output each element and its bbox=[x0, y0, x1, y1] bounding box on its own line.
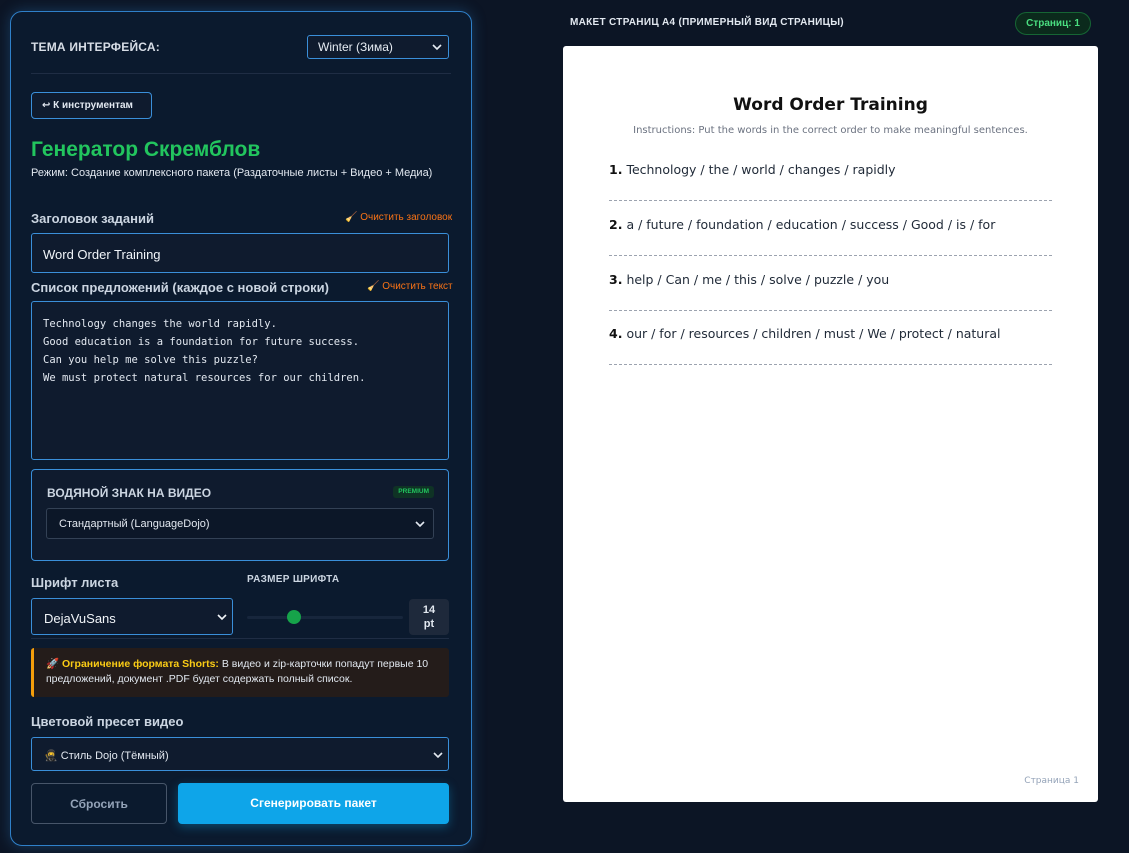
page-footer: Страница 1 bbox=[1024, 776, 1079, 786]
mode-subtitle: Режим: Создание комплексного пакета (Раз… bbox=[31, 167, 433, 179]
font-size-slider-thumb[interactable] bbox=[287, 610, 301, 624]
page-title: Генератор Скремблов bbox=[31, 138, 261, 161]
item-text: Technology / the / world / changes / rap… bbox=[626, 162, 896, 177]
preset-select[interactable]: 🥷 Стиль Dojo (Тёмный) bbox=[31, 737, 449, 771]
clear-title-link[interactable]: 🧹 Очистить заголовок bbox=[345, 212, 452, 223]
a4-page-preview: Word Order Training Instructions: Put th… bbox=[563, 46, 1098, 802]
theme-select-value: Winter (Зима) bbox=[318, 40, 393, 54]
watermark-section: ВОДЯНОЙ ЗНАК НА ВИДЕО PREMIUM Стандартны… bbox=[31, 469, 449, 561]
reset-button[interactable]: Сбросить bbox=[31, 783, 167, 824]
item-number: 1. bbox=[609, 162, 623, 177]
sentence-line: Good education is a foundation for futur… bbox=[43, 336, 360, 348]
chevron-down-icon bbox=[433, 752, 443, 759]
chevron-down-icon bbox=[415, 521, 425, 528]
font-label: Шрифт листа bbox=[31, 575, 119, 590]
watermark-select[interactable]: Стандартный (LanguageDojo) bbox=[46, 508, 434, 539]
document-title: Word Order Training bbox=[733, 95, 928, 115]
font-size-value: 14 pt bbox=[409, 599, 449, 635]
watermark-select-value: Стандартный (LanguageDojo) bbox=[59, 518, 210, 530]
item-number: 4. bbox=[609, 326, 623, 341]
preset-select-value: 🥷 Стиль Dojo (Тёмный) bbox=[44, 750, 169, 762]
item-text: a / future / foundation / education / su… bbox=[626, 217, 996, 232]
scrambled-item: 2. a / future / foundation / education /… bbox=[609, 217, 1052, 256]
item-text: help / Can / me / this / solve / puzzle … bbox=[626, 272, 890, 287]
document-instructions: Instructions: Put the words in the corre… bbox=[633, 125, 1028, 136]
clear-text-link[interactable]: 🧹 Очистить текст bbox=[367, 281, 453, 292]
sentence-line: We must protect natural resources for ou… bbox=[43, 372, 366, 384]
sentence-line: Can you help me solve this puzzle? bbox=[43, 354, 258, 366]
item-number: 2. bbox=[609, 217, 623, 232]
sentences-textarea[interactable]: Technology changes the world rapidly. Go… bbox=[31, 301, 449, 460]
font-size-slider-track[interactable] bbox=[247, 616, 403, 619]
preset-label: Цветовой пресет видео bbox=[31, 714, 184, 729]
generate-button[interactable]: Сгенерировать пакет bbox=[178, 783, 449, 824]
shorts-warning: 🚀 Ограничение формата Shorts: В видео и … bbox=[31, 648, 449, 697]
scrambled-item: 3. help / Can / me / this / solve / puzz… bbox=[609, 272, 1052, 311]
back-to-tools-button[interactable]: ↩ К инструментам bbox=[31, 92, 152, 119]
task-title-label: Заголовок заданий bbox=[31, 211, 154, 226]
theme-row: ТЕМА ИНТЕРФЕЙСА: Winter (Зима) bbox=[31, 34, 451, 74]
font-size-label: РАЗМЕР ШРИФТА bbox=[247, 574, 340, 585]
task-title-input[interactable]: Word Order Training bbox=[31, 233, 449, 273]
chevron-down-icon bbox=[217, 614, 227, 621]
scrambled-item: 4. our / for / resources / children / mu… bbox=[609, 326, 1052, 365]
item-number: 3. bbox=[609, 272, 623, 287]
item-text: our / for / resources / children / must … bbox=[626, 326, 1001, 341]
font-select-value: DejaVuSans bbox=[44, 611, 116, 626]
divider bbox=[31, 638, 449, 639]
font-select[interactable]: DejaVuSans bbox=[31, 598, 233, 635]
watermark-label: ВОДЯНОЙ ЗНАК НА ВИДЕО bbox=[47, 486, 212, 500]
warning-title: 🚀 Ограничение формата Shorts: bbox=[46, 658, 219, 670]
settings-panel: ТЕМА ИНТЕРФЕЙСА: Winter (Зима) ↩ К инстр… bbox=[10, 11, 472, 846]
theme-label: ТЕМА ИНТЕРФЕЙСА: bbox=[31, 40, 160, 54]
page-count-badge: Страниц: 1 bbox=[1015, 12, 1091, 35]
font-size-unit: pt bbox=[423, 618, 435, 630]
premium-badge: PREMIUM bbox=[393, 486, 434, 498]
font-size-number: 14 bbox=[422, 604, 436, 616]
preview-heading: МАКЕТ СТРАНИЦ А4 (ПРИМЕРНЫЙ ВИД СТРАНИЦЫ… bbox=[570, 17, 844, 28]
sentence-line: Technology changes the world rapidly. bbox=[43, 318, 277, 330]
chevron-down-icon bbox=[432, 44, 442, 51]
sentences-label: Список предложений (каждое с новой строк… bbox=[31, 280, 329, 295]
scrambled-item: 1. Technology / the / world / changes / … bbox=[609, 162, 1052, 201]
theme-select[interactable]: Winter (Зима) bbox=[307, 35, 449, 59]
